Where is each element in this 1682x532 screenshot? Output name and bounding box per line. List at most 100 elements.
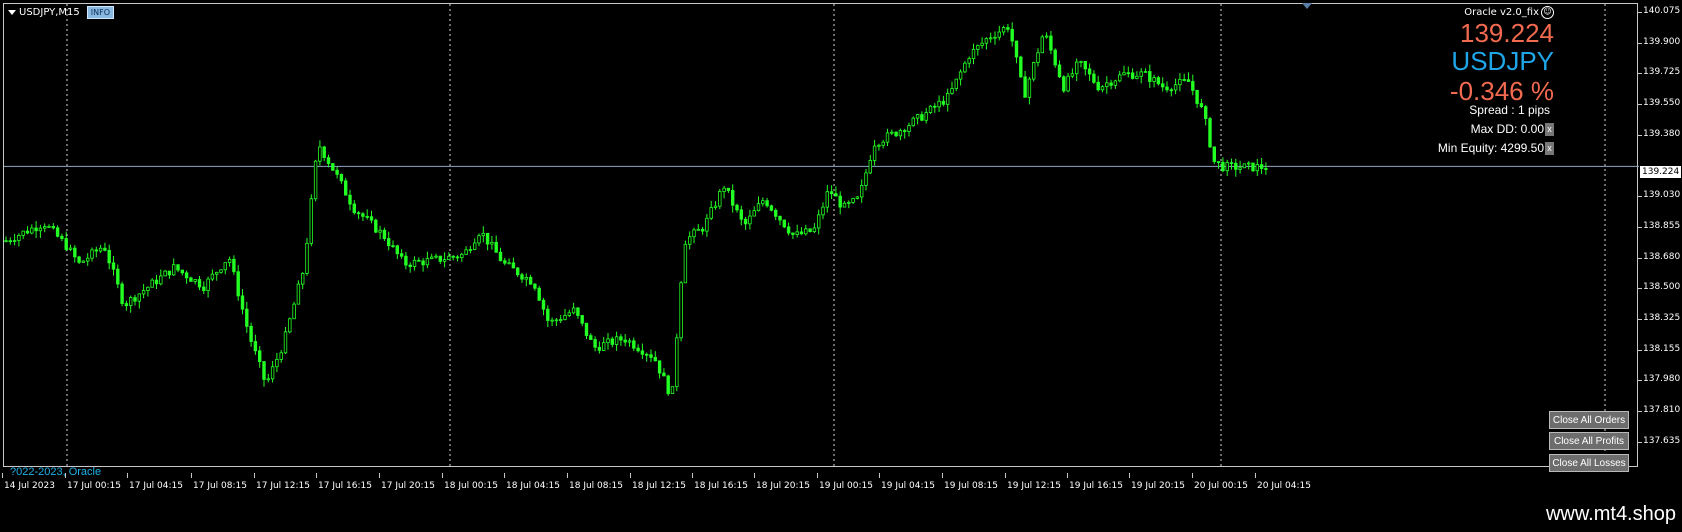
candle bbox=[51, 223, 55, 230]
candle bbox=[524, 273, 528, 287]
time-tick-label: 17 Jul 16:15 bbox=[316, 473, 372, 491]
candle bbox=[498, 247, 503, 262]
candle bbox=[1259, 158, 1264, 175]
candle bbox=[838, 191, 842, 215]
candle bbox=[318, 140, 322, 166]
candle bbox=[176, 264, 180, 273]
candle bbox=[756, 196, 761, 212]
reset-min-equity-close-icon[interactable]: x bbox=[1545, 141, 1554, 155]
candle bbox=[954, 78, 958, 92]
candle bbox=[356, 210, 361, 220]
candle bbox=[468, 245, 473, 254]
candle bbox=[116, 264, 120, 289]
candle bbox=[1238, 160, 1242, 174]
time-tick-label: 14 Jul 2023 bbox=[2, 473, 55, 491]
candle bbox=[1156, 75, 1161, 86]
candle bbox=[1027, 76, 1032, 105]
candle bbox=[146, 286, 150, 297]
candle bbox=[485, 232, 490, 251]
candle bbox=[352, 200, 356, 215]
candle bbox=[821, 202, 825, 220]
candle bbox=[1096, 75, 1100, 92]
price-tick-label: 139.550 bbox=[1637, 98, 1681, 109]
current-price-display: 139.224 bbox=[1460, 18, 1554, 48]
candle bbox=[606, 332, 610, 350]
candle bbox=[38, 224, 43, 238]
candle bbox=[1006, 23, 1010, 33]
candle bbox=[808, 228, 812, 233]
candle bbox=[124, 300, 129, 311]
candle bbox=[855, 195, 860, 200]
candle bbox=[219, 269, 223, 274]
time-tick-label: 18 Jul 12:15 bbox=[630, 473, 686, 491]
candle bbox=[434, 253, 438, 259]
chart-shift-marker-icon[interactable] bbox=[1302, 3, 1312, 9]
candle bbox=[326, 154, 331, 168]
candle bbox=[339, 173, 344, 184]
candle bbox=[1057, 60, 1062, 78]
info-badge[interactable]: INFO bbox=[86, 6, 115, 19]
close-all-losses-button[interactable]: Close All Losses bbox=[1549, 454, 1629, 472]
candle bbox=[696, 224, 700, 231]
candle bbox=[636, 344, 640, 353]
candle bbox=[614, 331, 619, 351]
close-all-profits-button[interactable]: Close All Profits bbox=[1549, 432, 1629, 450]
time-tick-label: 17 Jul 12:15 bbox=[254, 473, 310, 491]
candle bbox=[1255, 158, 1259, 176]
time-tick-label: 18 Jul 04:15 bbox=[504, 473, 560, 491]
candle bbox=[94, 246, 98, 258]
candle bbox=[47, 224, 51, 228]
candle bbox=[885, 128, 890, 146]
candle bbox=[288, 317, 292, 334]
reset-max-dd-close-icon[interactable]: x bbox=[1545, 122, 1554, 136]
candle bbox=[520, 272, 524, 283]
symbol-timeframe-label: USDJPY,M15 INFO bbox=[8, 6, 115, 19]
candle bbox=[202, 281, 206, 294]
candlestick-chart bbox=[4, 4, 1639, 468]
candle bbox=[894, 131, 898, 138]
candle bbox=[1225, 159, 1229, 177]
candle bbox=[967, 56, 971, 68]
dropdown-triangle-icon[interactable] bbox=[8, 10, 16, 15]
spread-text: Spread : 1 pips bbox=[1469, 103, 1550, 117]
candle bbox=[718, 188, 722, 209]
price-tick-label: 138.500 bbox=[1637, 282, 1681, 293]
candle bbox=[1070, 68, 1075, 79]
candle bbox=[1204, 104, 1208, 126]
candle bbox=[275, 352, 279, 373]
candle bbox=[1122, 65, 1126, 76]
candle bbox=[795, 224, 799, 238]
candle bbox=[266, 373, 270, 383]
candle bbox=[804, 224, 808, 236]
candle bbox=[933, 103, 937, 113]
candle bbox=[915, 113, 920, 125]
candle bbox=[1221, 157, 1225, 173]
candle bbox=[1191, 74, 1195, 96]
candle bbox=[378, 225, 382, 240]
candle bbox=[34, 221, 38, 238]
time-tick-label: 17 Jul 04:15 bbox=[127, 473, 183, 491]
candle bbox=[159, 269, 163, 286]
candle bbox=[1083, 60, 1087, 76]
candle bbox=[447, 252, 451, 260]
candle bbox=[245, 301, 249, 333]
candle bbox=[455, 255, 460, 262]
candle bbox=[1247, 161, 1251, 170]
time-tick-label: 18 Jul 20:15 bbox=[754, 473, 810, 491]
candle bbox=[890, 129, 894, 136]
close-all-orders-button[interactable]: Close All Orders bbox=[1549, 411, 1629, 429]
price-tick-label: 140.075 bbox=[1637, 6, 1681, 16]
candle bbox=[279, 350, 283, 363]
chart-area[interactable]: USDJPY,M15 INFO ?022-2023, Oracle bbox=[3, 3, 1639, 478]
candle bbox=[472, 238, 477, 251]
candle bbox=[17, 233, 21, 247]
candle bbox=[189, 276, 193, 282]
candle bbox=[1216, 161, 1221, 169]
candle bbox=[361, 212, 365, 222]
candle bbox=[688, 231, 692, 250]
candle bbox=[946, 88, 950, 112]
candle bbox=[490, 236, 494, 250]
candle bbox=[1053, 48, 1057, 68]
candle bbox=[911, 116, 915, 127]
candle bbox=[1066, 72, 1070, 93]
